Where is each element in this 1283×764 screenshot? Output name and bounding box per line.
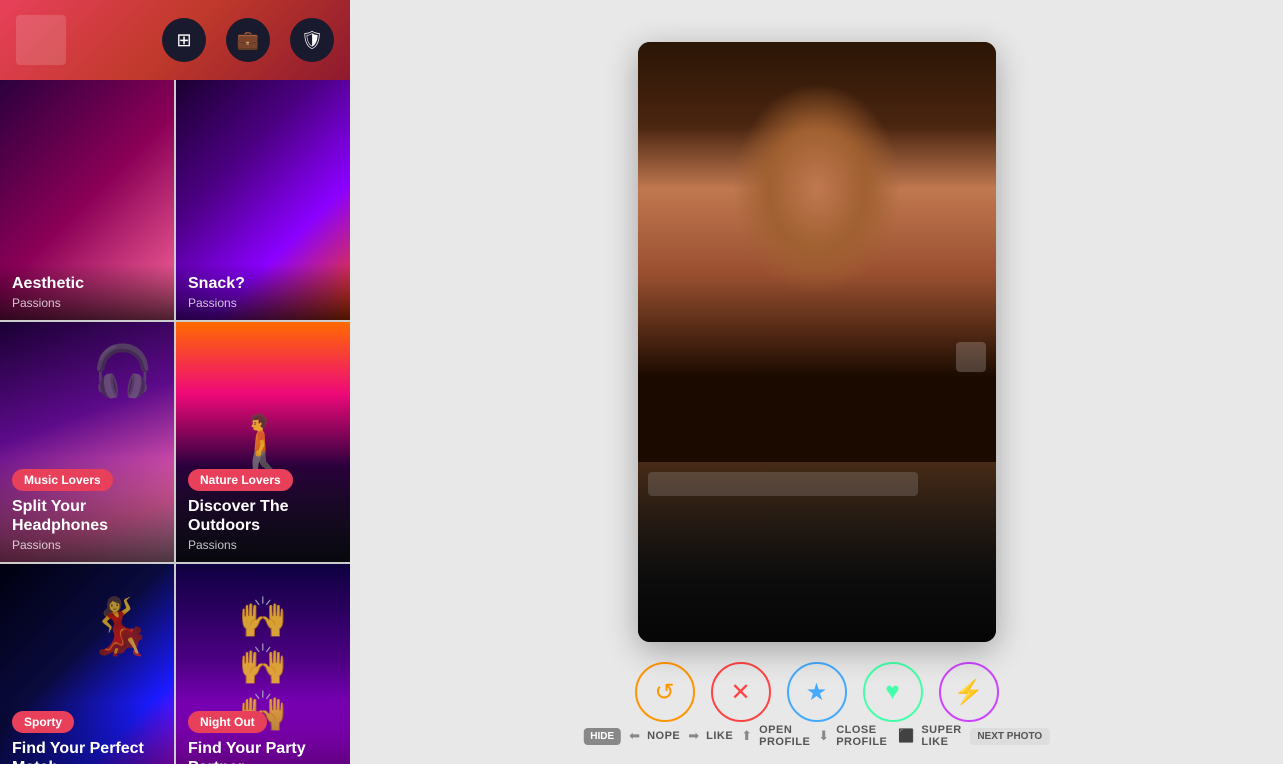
shortcut-like: ➡ LIKE	[688, 728, 733, 744]
card-grid: Aesthetic Passions Snack? Passions 🎧 Mus…	[0, 80, 350, 764]
sporty-figure-icon: 💃	[86, 594, 154, 659]
super-like-shortcut-label: SUPER LIKE	[921, 724, 961, 748]
card-overlay-music: Music Lovers Split Your Headphones Passi…	[0, 459, 174, 562]
super-like-button[interactable]: ★	[787, 662, 847, 722]
card-subtitle-aesthetic: Passions	[12, 296, 162, 310]
profile-decoration	[956, 342, 986, 372]
main-content: ↺ ✕ ★ ♥ ⚡ HIDE ⬅ NOPE ➡ LIKE ⬆ OPEN PROF…	[350, 0, 1283, 764]
close-profile-icon: ⬇	[818, 728, 829, 744]
sidebar-header: ⊞ 💼 🛡	[0, 0, 350, 80]
card-title-sporty: Find Your Perfect Match	[12, 739, 162, 764]
boost-button[interactable]: ⚡	[939, 662, 999, 722]
card-overlay-sporty: Sporty Find Your Perfect Match Passions	[0, 701, 174, 764]
nope-button[interactable]: ✕	[711, 662, 771, 722]
badge-sporty: Sporty	[12, 711, 74, 733]
card-title-nature: Discover The Outdoors	[188, 497, 338, 535]
card-title-aesthetic: Aesthetic	[12, 274, 162, 293]
search-icon-button[interactable]: ⊞	[162, 18, 206, 62]
card-subtitle-music: Passions	[12, 538, 162, 552]
profile-name-bar	[648, 472, 918, 496]
card-aesthetic[interactable]: Aesthetic Passions	[0, 80, 174, 320]
card-overlay-nature: Nature Lovers Discover The Outdoors Pass…	[176, 459, 350, 562]
nope-shortcut-icon: ⬅	[629, 728, 640, 744]
badge-nightout: Night Out	[188, 711, 267, 733]
shortcut-open-profile: ⬆ OPEN PROFILE	[741, 724, 810, 748]
super-like-icon: ⬛	[898, 728, 914, 744]
card-snack[interactable]: Snack? Passions	[176, 80, 350, 320]
badge-nature: Nature Lovers	[188, 469, 293, 491]
card-title-music: Split Your Headphones	[12, 497, 162, 535]
headphones-icon: 🎧	[92, 342, 154, 401]
like-shortcut-label: LIKE	[706, 730, 733, 742]
hide-key[interactable]: HIDE	[583, 728, 621, 745]
action-buttons: ↺ ✕ ★ ♥ ⚡	[635, 662, 999, 722]
card-nightout[interactable]: 🙌🙌🙌 Night Out Find Your Party Partner Pa…	[176, 564, 350, 764]
shortcut-nope: ⬅ NOPE	[629, 728, 680, 744]
rewind-button[interactable]: ↺	[635, 662, 695, 722]
card-subtitle-snack: Passions	[188, 296, 338, 310]
profile-bottom	[638, 462, 996, 642]
card-music[interactable]: 🎧 Music Lovers Split Your Headphones Pas…	[0, 322, 174, 562]
like-shortcut-icon: ➡	[688, 728, 699, 744]
shortcuts-bar: HIDE ⬅ NOPE ➡ LIKE ⬆ OPEN PROFILE ⬇ CLOS…	[583, 724, 1050, 748]
card-overlay-aesthetic: Aesthetic Passions	[0, 264, 174, 320]
card-title-snack: Snack?	[188, 274, 338, 293]
card-overlay-nightout: Night Out Find Your Party Partner Passio…	[176, 701, 350, 764]
card-sporty[interactable]: 💃 Sporty Find Your Perfect Match Passion…	[0, 564, 174, 764]
like-button[interactable]: ♥	[863, 662, 923, 722]
shortcut-close-profile: ⬇ CLOSE PROFILE	[818, 724, 890, 748]
profile-card	[638, 42, 996, 642]
shortcut-super-like: ⬛ SUPER LIKE	[898, 724, 962, 748]
next-photo-key[interactable]: NEXT PHOTO	[970, 728, 1050, 745]
open-profile-icon: ⬆	[741, 728, 752, 744]
nope-shortcut-label: NOPE	[647, 730, 680, 742]
shield-icon-button[interactable]: 🛡	[290, 18, 334, 62]
sidebar: ⊞ 💼 🛡 Aesthetic Passions Snack? Passions…	[0, 0, 350, 764]
briefcase-icon-button[interactable]: 💼	[226, 18, 270, 62]
logo	[16, 15, 66, 65]
card-subtitle-nature: Passions	[188, 538, 338, 552]
shortcut-hide: HIDE	[583, 728, 621, 745]
badge-music: Music Lovers	[12, 469, 113, 491]
open-profile-label: OPEN PROFILE	[759, 724, 810, 748]
close-profile-label: CLOSE PROFILE	[836, 724, 890, 748]
face-area	[638, 42, 996, 462]
card-nature[interactable]: 🚶 Nature Lovers Discover The Outdoors Pa…	[176, 322, 350, 562]
card-overlay-snack: Snack? Passions	[176, 264, 350, 320]
shortcut-next-photo: NEXT PHOTO	[970, 728, 1050, 745]
card-title-nightout: Find Your Party Partner	[188, 739, 338, 764]
